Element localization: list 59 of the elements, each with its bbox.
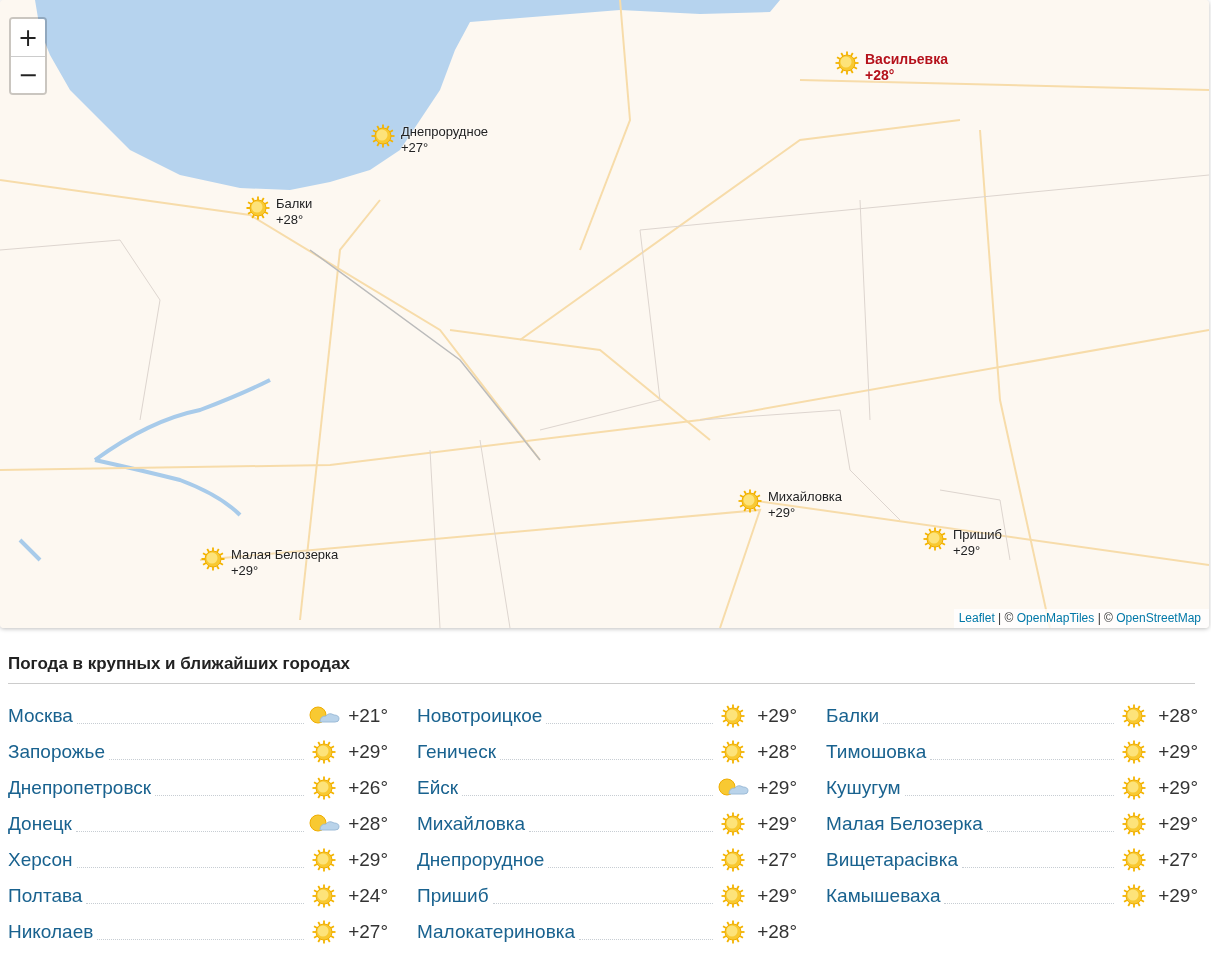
city-link[interactable]: Вищетарасівка bbox=[826, 849, 958, 871]
town-name: Днепрорудное bbox=[401, 124, 489, 140]
temperature: +29° bbox=[756, 813, 797, 835]
city-link[interactable]: Ейск bbox=[417, 777, 459, 799]
city-link[interactable]: Тимошовка bbox=[826, 741, 927, 763]
city-link[interactable]: Пришиб bbox=[417, 885, 489, 907]
city-link[interactable]: Николаев bbox=[8, 921, 94, 943]
city-link[interactable]: Малокатериновка bbox=[417, 921, 576, 943]
town-name: Васильевка bbox=[865, 51, 948, 67]
temperature: +21° bbox=[347, 705, 388, 727]
temperature: +29° bbox=[347, 849, 388, 871]
temperature: +28° bbox=[1157, 705, 1198, 727]
city-link[interactable]: Херсон bbox=[8, 849, 73, 871]
temperature: +26° bbox=[347, 777, 388, 799]
city-link[interactable]: Кушугум bbox=[826, 777, 901, 799]
zoom-out-button[interactable]: − bbox=[11, 56, 45, 93]
city-link[interactable]: Новотроицкое bbox=[417, 705, 543, 727]
town-temperature: +27° bbox=[401, 140, 430, 156]
temperature: +29° bbox=[1157, 741, 1198, 763]
temperature: +27° bbox=[347, 921, 388, 943]
town-name: Пришиб bbox=[953, 527, 1002, 543]
attribution-link[interactable]: OpenStreetMap bbox=[1116, 611, 1201, 625]
temperature: +29° bbox=[756, 705, 797, 727]
city-link[interactable]: Москва bbox=[8, 705, 73, 727]
town-temperature: +28° bbox=[865, 67, 896, 83]
town-name: Михайловка bbox=[768, 489, 842, 505]
temperature: +28° bbox=[756, 741, 797, 763]
town-temperature: +29° bbox=[953, 543, 982, 559]
temperature: +24° bbox=[347, 885, 388, 907]
town-temperature: +29° bbox=[768, 505, 797, 521]
town-name: Балки bbox=[276, 196, 313, 212]
city-link[interactable]: Балки bbox=[826, 705, 880, 727]
temperature: +27° bbox=[756, 849, 797, 871]
city-link[interactable]: Геническ bbox=[417, 741, 496, 763]
temperature: +29° bbox=[1157, 813, 1198, 835]
temperature: +29° bbox=[756, 777, 797, 799]
city-link[interactable]: Михайловка bbox=[417, 813, 526, 835]
map-attribution: Leaflet | © OpenMapTiles | © OpenStreetMap bbox=[953, 609, 1209, 628]
town-temperature: +28° bbox=[276, 212, 305, 228]
attribution-link[interactable]: OpenMapTiles bbox=[1016, 611, 1095, 625]
zoom-in-button[interactable]: + bbox=[11, 19, 45, 56]
city-link[interactable]: Малая Белозерка bbox=[826, 813, 983, 835]
city-link[interactable]: Запорожье bbox=[8, 741, 105, 763]
temperature: +28° bbox=[756, 921, 797, 943]
temperature: +29° bbox=[756, 885, 797, 907]
city-link[interactable]: Полтава bbox=[8, 885, 83, 907]
city-link[interactable]: Камышеваха bbox=[826, 885, 941, 907]
city-link[interactable]: Донецк bbox=[8, 813, 72, 835]
temperature: +28° bbox=[347, 813, 388, 835]
temperature: +29° bbox=[1157, 885, 1198, 907]
attribution-link[interactable]: Leaflet bbox=[958, 611, 995, 625]
city-link[interactable]: Днепропетровск bbox=[8, 777, 152, 799]
town-name: Малая Белозерка bbox=[231, 547, 339, 563]
town-temperature: +29° bbox=[231, 563, 260, 579]
temperature: +29° bbox=[347, 741, 388, 763]
temperature: +29° bbox=[1157, 777, 1198, 799]
section-heading: Погода в крупных и ближайших городах bbox=[8, 654, 1195, 684]
temperature: +27° bbox=[1157, 849, 1198, 871]
city-link[interactable]: Днепрорудное bbox=[417, 849, 545, 871]
